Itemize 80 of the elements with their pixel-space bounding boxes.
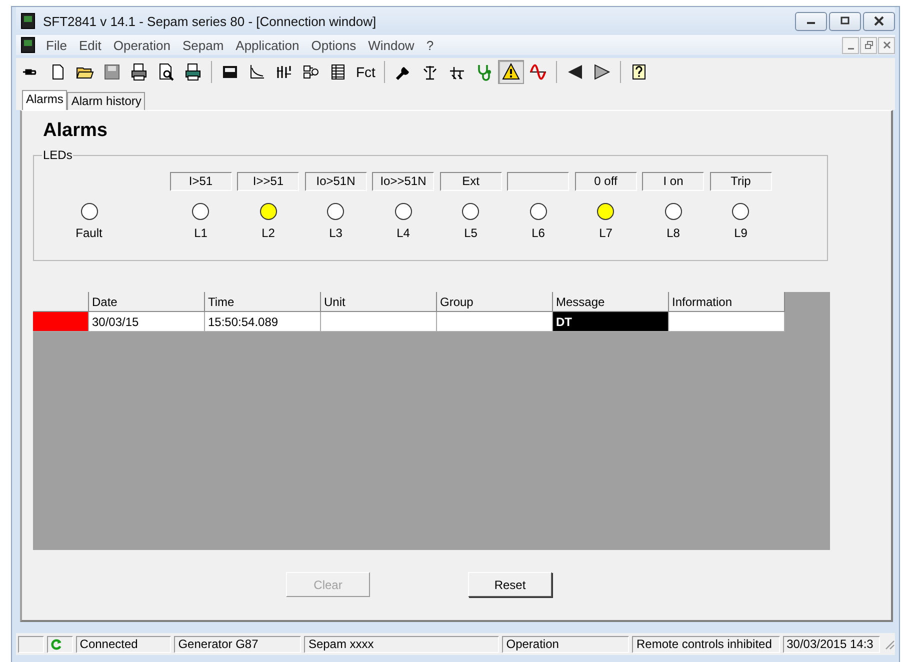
menu-item[interactable]: Window — [363, 38, 422, 52]
led-name: L9 — [734, 226, 748, 240]
menu-item[interactable]: Edit — [74, 38, 108, 52]
close-button[interactable] — [863, 12, 895, 30]
column-header[interactable]: Time — [204, 292, 320, 312]
printer-icon — [184, 63, 202, 81]
menu-item[interactable]: Options — [306, 38, 364, 52]
window-title: SFT2841 v 14.1 - Sepam series 80 - [Connection window] — [43, 14, 378, 28]
row-marker[interactable] — [33, 312, 88, 332]
menu-item[interactable]: File — [41, 38, 74, 52]
minimize-icon — [848, 48, 854, 50]
led-label: I>>51 — [237, 172, 300, 191]
resize-grip-icon[interactable] — [883, 638, 896, 650]
group-title: LEDs — [42, 148, 74, 162]
print-preview-icon — [157, 63, 175, 81]
restore-button[interactable] — [860, 36, 877, 54]
status-text: Connected — [76, 636, 172, 652]
table-cell: 15:50:54.089 — [204, 312, 320, 332]
led-label: 0 off — [574, 172, 637, 191]
table-icon — [329, 63, 347, 81]
waveform-icon — [529, 63, 548, 81]
led-name: L4 — [396, 226, 410, 240]
minimize-button[interactable] — [795, 12, 827, 30]
antenna-icon — [421, 63, 440, 81]
led-name: L3 — [329, 226, 342, 240]
led-label: Io>51N — [304, 172, 367, 191]
led-name: L6 — [532, 226, 545, 240]
column-header[interactable]: Information — [668, 292, 784, 312]
led-name: L2 — [262, 226, 275, 240]
column-header[interactable]: Unit — [320, 292, 436, 312]
menu-item[interactable]: ? — [421, 38, 441, 52]
led-label: Ext — [440, 172, 502, 191]
led-name: Fault — [76, 226, 102, 240]
status-text: Remote controls inhibited — [632, 636, 780, 652]
help-icon — [630, 63, 648, 81]
app-icon — [21, 13, 35, 29]
led-name: L5 — [464, 226, 478, 240]
printer-icon — [130, 63, 148, 81]
logic-blocks-icon — [302, 63, 320, 81]
reset-button[interactable]: Reset — [468, 572, 552, 597]
led-name: L1 — [194, 226, 208, 240]
led-name: L7 — [599, 226, 612, 240]
toolbar-button[interactable] — [498, 60, 524, 84]
switches-icon — [275, 63, 293, 81]
led-label: Trip — [710, 172, 772, 191]
maximize-icon — [838, 16, 852, 26]
led-label: Io>>51N — [372, 172, 434, 191]
column-header[interactable]: Group — [436, 292, 552, 312]
document-icon — [21, 37, 35, 53]
column-header[interactable]: Message — [552, 292, 668, 312]
led-label: I on — [642, 172, 704, 191]
left-triangle-icon — [566, 63, 584, 81]
status-text: Generator G87 — [174, 636, 302, 652]
maximize-button[interactable] — [829, 12, 861, 30]
status-text: Operation — [502, 636, 630, 652]
page-heading: Alarms — [43, 119, 108, 143]
led-label: I>51 — [170, 172, 232, 191]
tab[interactable]: Alarm history — [67, 92, 146, 110]
close-icon — [872, 16, 886, 26]
tab[interactable]: Alarms — [22, 90, 68, 110]
function-button[interactable]: Fct — [352, 60, 380, 84]
display-icon — [221, 63, 239, 81]
status-pane — [18, 636, 44, 652]
led-name: L8 — [666, 226, 680, 240]
menu-item[interactable]: Operation — [108, 38, 178, 52]
menu-item[interactable]: Application — [230, 38, 306, 52]
restore-icon — [864, 40, 874, 50]
menu-item[interactable]: Sepam — [177, 38, 231, 52]
table-cell: 30/03/15 — [88, 312, 204, 332]
close-icon — [882, 40, 892, 50]
curve-chart-icon — [248, 63, 266, 81]
stethoscope-icon — [475, 63, 494, 81]
led-label — [507, 172, 570, 191]
status-text: 30/03/2015 14:3 — [782, 636, 880, 652]
status-text: Sepam xxxx — [304, 636, 500, 652]
column-header[interactable]: Date — [88, 292, 204, 312]
warning-icon — [502, 63, 520, 81]
table-cell: DT — [552, 312, 668, 332]
right-triangle-icon — [593, 63, 612, 81]
refresh-icon — [50, 638, 62, 650]
